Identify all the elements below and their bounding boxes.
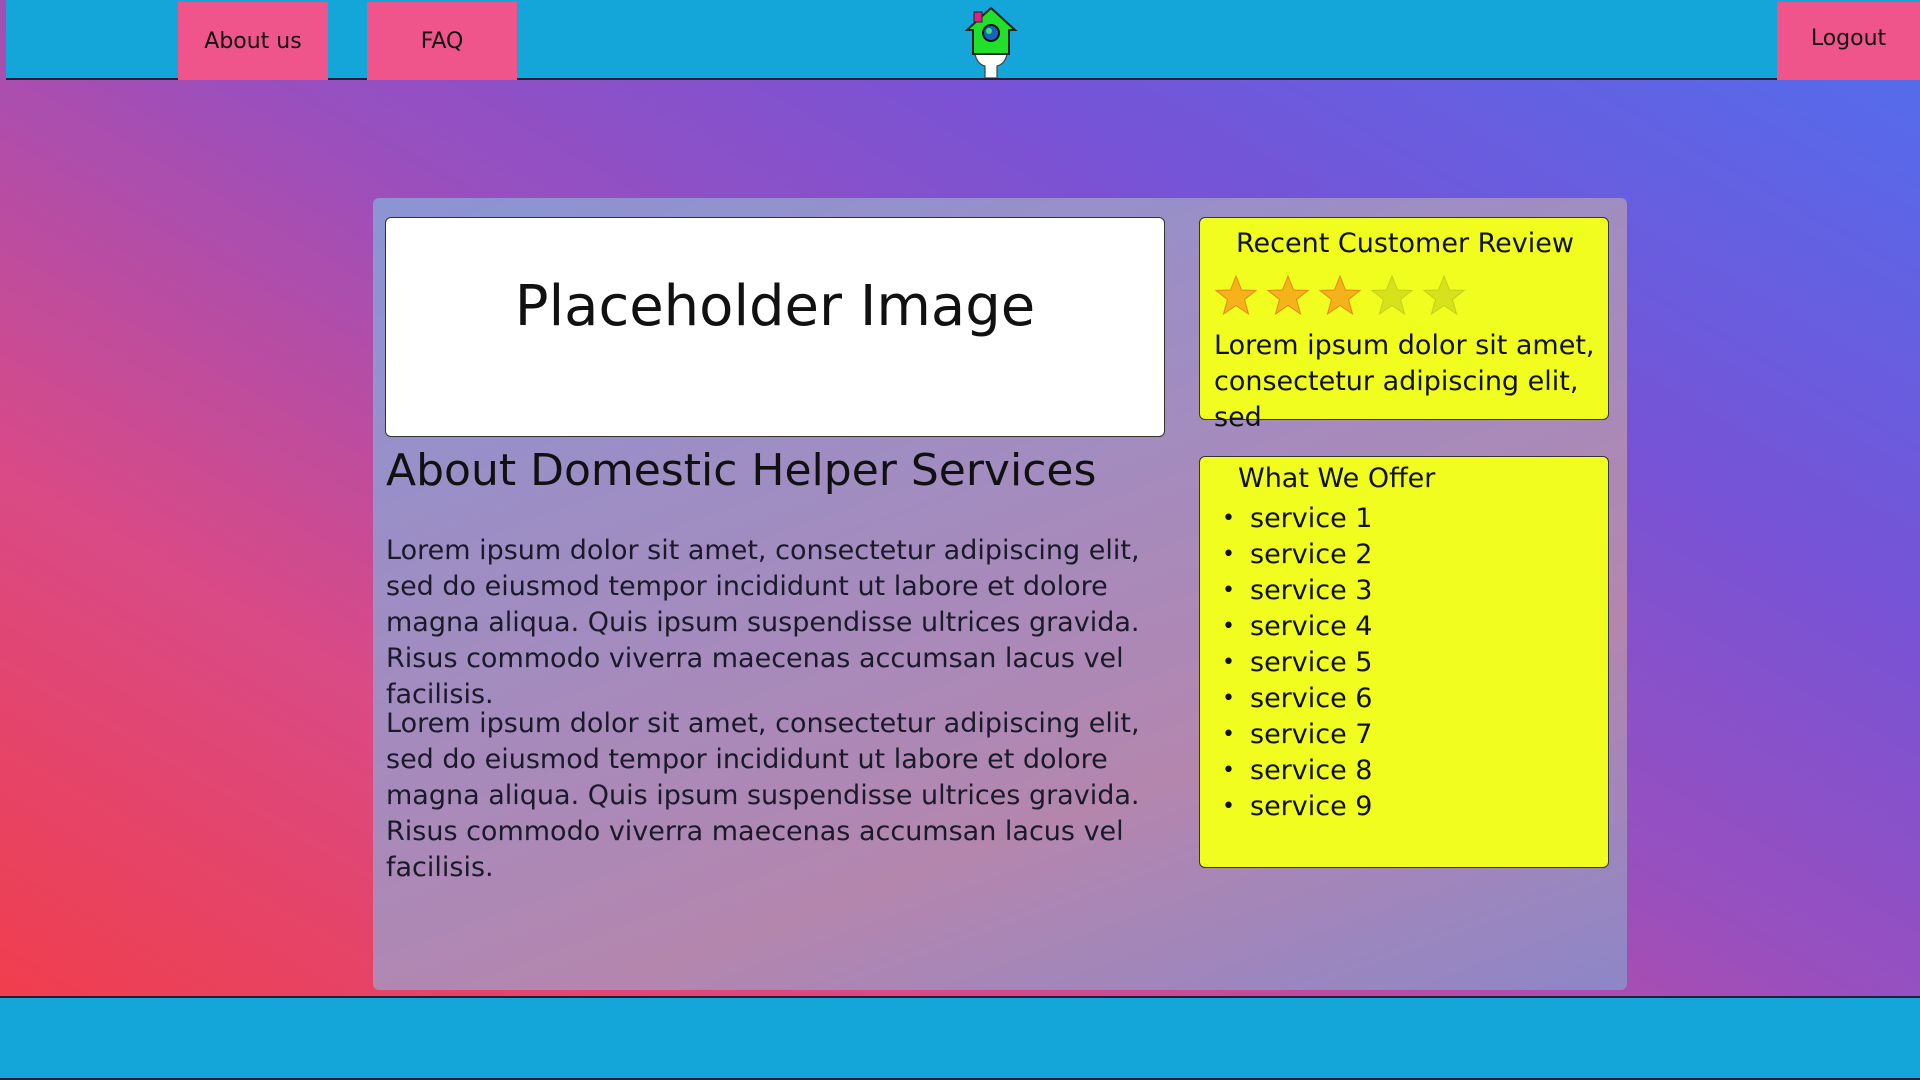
star-icon bbox=[1370, 274, 1414, 316]
service-label: service 6 bbox=[1250, 683, 1373, 714]
bullet-icon: • bbox=[1222, 578, 1235, 603]
footer-bar bbox=[0, 996, 1920, 1080]
about-paragraph: Lorem ipsum dolor sit amet, consectetur … bbox=[386, 708, 1140, 883]
bullet-icon: • bbox=[1222, 506, 1235, 531]
star-icon bbox=[1266, 274, 1310, 316]
what-we-offer-card: What We Offer • service 1 • service 2 • ser… bbox=[1199, 456, 1609, 868]
service-item: • service 7 bbox=[1222, 717, 1372, 753]
about-us-button[interactable]: About us bbox=[178, 2, 328, 80]
star-icon bbox=[1318, 274, 1362, 316]
service-item: • service 5 bbox=[1222, 645, 1372, 681]
house-hand-logo-icon[interactable] bbox=[961, 2, 1021, 78]
bullet-icon: • bbox=[1222, 542, 1235, 567]
service-label: service 2 bbox=[1250, 539, 1373, 570]
bullet-icon: • bbox=[1222, 794, 1235, 819]
service-item: • service 6 bbox=[1222, 681, 1372, 717]
bullet-icon: • bbox=[1222, 686, 1235, 711]
review-card-title: Recent Customer Review bbox=[1236, 228, 1574, 259]
bullet-icon: • bbox=[1222, 758, 1235, 783]
service-item: • service 2 bbox=[1222, 537, 1372, 573]
service-item: • service 8 bbox=[1222, 753, 1372, 789]
top-navigation-bar: About us FAQ Logout bbox=[6, 0, 1920, 80]
service-label: service 8 bbox=[1250, 755, 1373, 786]
service-label: service 4 bbox=[1250, 611, 1373, 642]
about-paragraph: Lorem ipsum dolor sit amet, consectetur … bbox=[386, 535, 1140, 710]
page-title: About Domestic Helper Services bbox=[386, 445, 1097, 496]
star-icon bbox=[1214, 274, 1258, 316]
service-label: service 7 bbox=[1250, 719, 1373, 750]
star-rating bbox=[1214, 274, 1466, 318]
service-item: • service 1 bbox=[1222, 501, 1372, 537]
logout-button[interactable]: Logout bbox=[1777, 2, 1920, 80]
service-label: service 9 bbox=[1250, 791, 1373, 822]
faq-button[interactable]: FAQ bbox=[367, 2, 517, 80]
star-icon bbox=[1422, 274, 1466, 316]
review-text: Lorem ipsum dolor sit amet, consectetur … bbox=[1214, 330, 1595, 433]
offer-card-title: What We Offer bbox=[1238, 463, 1436, 494]
placeholder-image: Placeholder Image bbox=[385, 217, 1165, 437]
bullet-icon: • bbox=[1222, 722, 1235, 747]
bullet-icon: • bbox=[1222, 614, 1235, 639]
services-list: • service 1 • service 2 • service 3 • servic… bbox=[1222, 501, 1372, 825]
service-item: • service 3 bbox=[1222, 573, 1372, 609]
bullet-icon: • bbox=[1222, 650, 1235, 675]
recent-review-card: Recent Customer Review Lorem ipsum dolor… bbox=[1199, 217, 1609, 433]
service-label: service 5 bbox=[1250, 647, 1373, 678]
service-label: service 3 bbox=[1250, 575, 1373, 606]
service-item: • service 4 bbox=[1222, 609, 1372, 645]
service-label: service 1 bbox=[1250, 503, 1373, 534]
service-item: • service 9 bbox=[1222, 789, 1372, 825]
